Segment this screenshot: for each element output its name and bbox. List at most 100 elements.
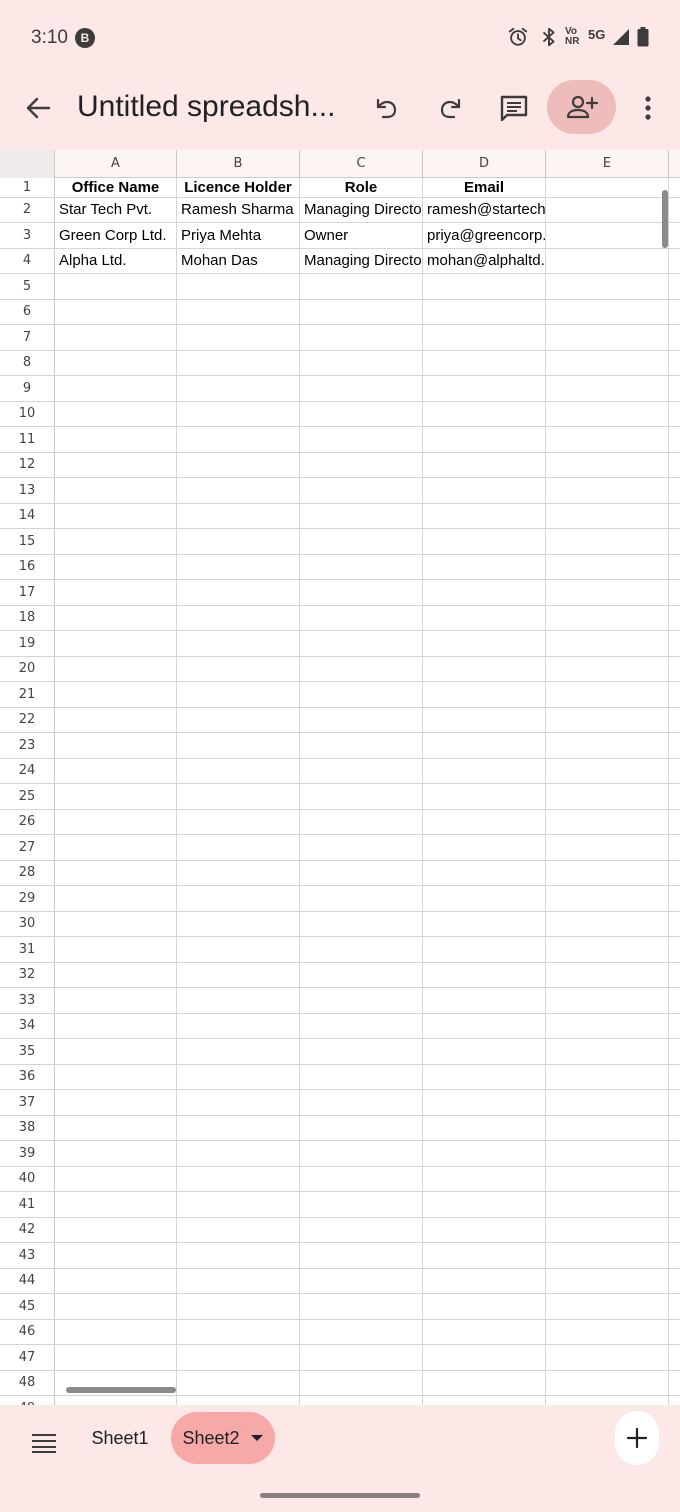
cell-d24[interactable] (423, 758, 546, 783)
cell-c1[interactable]: Role (300, 178, 423, 197)
cell-b3[interactable]: Priya Mehta (177, 223, 300, 248)
cell-b14[interactable] (177, 503, 300, 528)
comments-button[interactable] (492, 86, 536, 130)
cell-b22[interactable] (177, 707, 300, 732)
cell-b49[interactable] (177, 1396, 300, 1405)
row-number[interactable]: 7 (0, 325, 55, 350)
redo-button[interactable] (428, 86, 472, 130)
cell-b43[interactable] (177, 1243, 300, 1268)
row-number[interactable]: 35 (0, 1039, 55, 1064)
cell-d27[interactable] (423, 835, 546, 860)
cell-b36[interactable] (177, 1064, 300, 1089)
cell-e1[interactable] (546, 178, 669, 197)
row-number[interactable]: 16 (0, 554, 55, 579)
cell-b32[interactable] (177, 962, 300, 987)
row-number[interactable]: 47 (0, 1345, 55, 1370)
cell-e43[interactable] (546, 1243, 669, 1268)
cell-c48[interactable] (300, 1370, 423, 1395)
back-button[interactable] (18, 88, 58, 128)
cell-b28[interactable] (177, 860, 300, 885)
cell-e27[interactable] (546, 835, 669, 860)
cell-d2[interactable]: ramesh@startech.com (423, 197, 546, 222)
cell-c13[interactable] (300, 478, 423, 503)
cell-e7[interactable] (546, 325, 669, 350)
cell-b9[interactable] (177, 376, 300, 401)
cell-d12[interactable] (423, 452, 546, 477)
cell-b19[interactable] (177, 631, 300, 656)
cell-e13[interactable] (546, 478, 669, 503)
cell-e39[interactable] (546, 1141, 669, 1166)
document-title[interactable]: Untitled spreadsh... (77, 90, 335, 124)
cell-e9[interactable] (546, 376, 669, 401)
cell-c7[interactable] (300, 325, 423, 350)
cell-c49[interactable] (300, 1396, 423, 1405)
cell-d46[interactable] (423, 1319, 546, 1344)
cell-b48[interactable] (177, 1370, 300, 1395)
cell-e46[interactable] (546, 1319, 669, 1344)
row-number[interactable]: 23 (0, 733, 55, 758)
cell-b47[interactable] (177, 1345, 300, 1370)
cell-d34[interactable] (423, 1013, 546, 1038)
cell-c29[interactable] (300, 886, 423, 911)
row-number[interactable]: 9 (0, 376, 55, 401)
cell-d22[interactable] (423, 707, 546, 732)
cell-c23[interactable] (300, 733, 423, 758)
cell-a15[interactable] (55, 529, 177, 554)
cell-b7[interactable] (177, 325, 300, 350)
row-number[interactable]: 25 (0, 784, 55, 809)
cell-d25[interactable] (423, 784, 546, 809)
cell-b1[interactable]: Licence Holder (177, 178, 300, 197)
cell-c41[interactable] (300, 1192, 423, 1217)
cell-c37[interactable] (300, 1090, 423, 1115)
cell-d47[interactable] (423, 1345, 546, 1370)
cell-d44[interactable] (423, 1268, 546, 1293)
cell-d3[interactable]: priya@greencorp.com (423, 223, 546, 248)
cell-e48[interactable] (546, 1370, 669, 1395)
cell-d16[interactable] (423, 554, 546, 579)
cell-c9[interactable] (300, 376, 423, 401)
cell-a41[interactable] (55, 1192, 177, 1217)
cell-c34[interactable] (300, 1013, 423, 1038)
row-number[interactable]: 4 (0, 248, 55, 273)
cell-a16[interactable] (55, 554, 177, 579)
cell-b45[interactable] (177, 1294, 300, 1319)
row-number[interactable]: 20 (0, 656, 55, 681)
row-number[interactable]: 33 (0, 988, 55, 1013)
cell-a26[interactable] (55, 809, 177, 834)
select-all-corner[interactable] (0, 150, 55, 178)
cell-b6[interactable] (177, 299, 300, 324)
cell-b23[interactable] (177, 733, 300, 758)
cell-b18[interactable] (177, 605, 300, 630)
row-number[interactable]: 18 (0, 605, 55, 630)
cell-b20[interactable] (177, 656, 300, 681)
cell-a46[interactable] (55, 1319, 177, 1344)
cell-d32[interactable] (423, 962, 546, 987)
row-number[interactable]: 32 (0, 962, 55, 987)
row-number[interactable]: 3 (0, 223, 55, 248)
row-number[interactable]: 42 (0, 1217, 55, 1242)
cell-e34[interactable] (546, 1013, 669, 1038)
cell-b15[interactable] (177, 529, 300, 554)
cell-a3[interactable]: Green Corp Ltd. (55, 223, 177, 248)
cell-d38[interactable] (423, 1115, 546, 1140)
cell-c43[interactable] (300, 1243, 423, 1268)
row-number[interactable]: 45 (0, 1294, 55, 1319)
column-header-e[interactable]: E (546, 150, 669, 178)
cell-d28[interactable] (423, 860, 546, 885)
cell-e23[interactable] (546, 733, 669, 758)
cell-c5[interactable] (300, 274, 423, 299)
cell-a38[interactable] (55, 1115, 177, 1140)
cell-c40[interactable] (300, 1166, 423, 1191)
cell-c31[interactable] (300, 937, 423, 962)
cell-e30[interactable] (546, 911, 669, 936)
cell-d5[interactable] (423, 274, 546, 299)
cell-e35[interactable] (546, 1039, 669, 1064)
cell-a14[interactable] (55, 503, 177, 528)
cell-a34[interactable] (55, 1013, 177, 1038)
cell-a18[interactable] (55, 605, 177, 630)
row-number[interactable]: 27 (0, 835, 55, 860)
row-number[interactable]: 21 (0, 682, 55, 707)
cell-b17[interactable] (177, 580, 300, 605)
cell-d40[interactable] (423, 1166, 546, 1191)
cell-c11[interactable] (300, 427, 423, 452)
